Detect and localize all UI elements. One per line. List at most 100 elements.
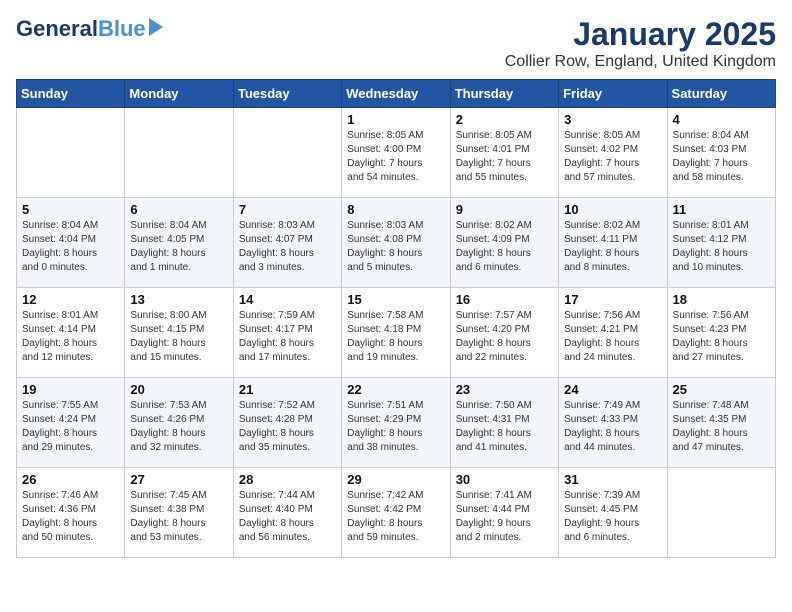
calendar-cell: 24Sunrise: 7:49 AM Sunset: 4:33 PM Dayli… [559, 378, 667, 468]
calendar-cell: 8Sunrise: 8:03 AM Sunset: 4:08 PM Daylig… [342, 198, 450, 288]
calendar-cell: 10 Sunrise: 8:02 AM Sunset: 4:11 PM Dayli… [559, 198, 667, 288]
calendar-subtitle: Collier Row, England, United Kingdom [505, 53, 776, 71]
day-info: Sunrise: 7:44 AM Sunset: 4:40 PM Dayligh… [239, 489, 336, 545]
logo: General Blue [16, 16, 171, 42]
day-number: 7 [239, 202, 336, 217]
day-header-monday: Monday [125, 80, 233, 108]
calendar-cell: 23 Sunrise: 7:50 AM Sunset: 4:31 PM Dayli… [450, 378, 558, 468]
day-number: 14 [239, 292, 336, 307]
calendar-cell: 28 Sunrise: 7:44 AM Sunset: 4:40 PM Dayli… [233, 468, 341, 558]
calendar-cell: 15 Sunrise: 7:58 AM Sunset: 4:18 PM Dayli… [342, 288, 450, 378]
day-number: 6 [130, 202, 227, 217]
day-info: Sunrise: 8:03 AM Sunset: 4:08 PM Dayligh… [347, 219, 444, 275]
calendar-week-row: 1Sunrise: 8:05 AM Sunset: 4:00 PM Daylig… [17, 108, 776, 198]
calendar-header-row: SundayMondayTuesdayWednesdayThursdayFrid… [17, 80, 776, 108]
calendar-cell: 21 Sunrise: 7:52 AM Sunset: 4:28 PM Dayli… [233, 378, 341, 468]
day-number: 27 [130, 472, 227, 487]
day-info: Sunrise: 8:01 AM Sunset: 4:12 PM Dayligh… [673, 219, 770, 275]
day-number: 2 [456, 112, 553, 127]
day-header-wednesday: Wednesday [342, 80, 450, 108]
day-number: 15 [347, 292, 444, 307]
day-info: Sunrise: 7:59 AM Sunset: 4:17 PM Dayligh… [239, 309, 336, 365]
day-info: Sunrise: 8:02 AM Sunset: 4:11 PM Dayligh… [564, 219, 661, 275]
day-info: Sunrise: 7:39 AM Sunset: 4:45 PM Dayligh… [564, 489, 661, 545]
day-info: Sunrise: 8:05 AM Sunset: 4:02 PM Dayligh… [564, 129, 661, 185]
day-header-saturday: Saturday [667, 80, 775, 108]
calendar-cell [667, 468, 775, 558]
day-info: Sunrise: 7:56 AM Sunset: 4:21 PM Dayligh… [564, 309, 661, 365]
day-number: 25 [673, 382, 770, 397]
day-number: 16 [456, 292, 553, 307]
day-info: Sunrise: 8:02 AM Sunset: 4:09 PM Dayligh… [456, 219, 553, 275]
calendar-cell: 12 Sunrise: 8:01 AM Sunset: 4:14 PM Dayli… [17, 288, 125, 378]
day-number: 22 [347, 382, 444, 397]
title-section: January 2025 Collier Row, England, Unite… [505, 16, 776, 71]
day-info: Sunrise: 7:51 AM Sunset: 4:29 PM Dayligh… [347, 399, 444, 455]
day-header-tuesday: Tuesday [233, 80, 341, 108]
calendar-cell: 17Sunrise: 7:56 AM Sunset: 4:21 PM Dayli… [559, 288, 667, 378]
day-number: 18 [673, 292, 770, 307]
day-number: 19 [22, 382, 119, 397]
day-info: Sunrise: 7:53 AM Sunset: 4:26 PM Dayligh… [130, 399, 227, 455]
day-number: 30 [456, 472, 553, 487]
logo-blue: Blue [98, 16, 146, 42]
day-number: 24 [564, 382, 661, 397]
calendar-cell: 6Sunrise: 8:04 AM Sunset: 4:05 PM Daylig… [125, 198, 233, 288]
calendar-cell: 11 Sunrise: 8:01 AM Sunset: 4:12 PM Dayli… [667, 198, 775, 288]
day-number: 4 [673, 112, 770, 127]
calendar-week-row: 5 Sunrise: 8:04 AM Sunset: 4:04 PM Daylig… [17, 198, 776, 288]
day-number: 12 [22, 292, 119, 307]
day-number: 21 [239, 382, 336, 397]
calendar-cell: 19 Sunrise: 7:55 AM Sunset: 4:24 PM Dayli… [17, 378, 125, 468]
day-number: 5 [22, 202, 119, 217]
day-info: Sunrise: 7:46 AM Sunset: 4:36 PM Dayligh… [22, 489, 119, 545]
day-number: 1 [347, 112, 444, 127]
calendar-cell [233, 108, 341, 198]
day-info: Sunrise: 8:01 AM Sunset: 4:14 PM Dayligh… [22, 309, 119, 365]
page-header: General Blue January 2025 Collier Row, E… [16, 16, 776, 71]
calendar-cell: 13 Sunrise: 8:00 AM Sunset: 4:15 PM Dayli… [125, 288, 233, 378]
day-number: 23 [456, 382, 553, 397]
calendar-cell: 1Sunrise: 8:05 AM Sunset: 4:00 PM Daylig… [342, 108, 450, 198]
logo-arrow-icon [149, 18, 171, 36]
calendar-cell [17, 108, 125, 198]
calendar-week-row: 19 Sunrise: 7:55 AM Sunset: 4:24 PM Dayli… [17, 378, 776, 468]
day-info: Sunrise: 7:52 AM Sunset: 4:28 PM Dayligh… [239, 399, 336, 455]
day-info: Sunrise: 7:57 AM Sunset: 4:20 PM Dayligh… [456, 309, 553, 365]
day-info: Sunrise: 7:55 AM Sunset: 4:24 PM Dayligh… [22, 399, 119, 455]
day-number: 9 [456, 202, 553, 217]
calendar-cell: 18 Sunrise: 7:56 AM Sunset: 4:23 PM Dayli… [667, 288, 775, 378]
day-info: Sunrise: 8:04 AM Sunset: 4:04 PM Dayligh… [22, 219, 119, 275]
day-info: Sunrise: 7:45 AM Sunset: 4:38 PM Dayligh… [130, 489, 227, 545]
day-number: 3 [564, 112, 661, 127]
day-info: Sunrise: 7:50 AM Sunset: 4:31 PM Dayligh… [456, 399, 553, 455]
calendar-week-row: 12 Sunrise: 8:01 AM Sunset: 4:14 PM Dayli… [17, 288, 776, 378]
calendar-cell: 4 Sunrise: 8:04 AM Sunset: 4:03 PM Daylig… [667, 108, 775, 198]
day-number: 28 [239, 472, 336, 487]
calendar-cell: 30 Sunrise: 7:41 AM Sunset: 4:44 PM Dayli… [450, 468, 558, 558]
calendar-cell: 22 Sunrise: 7:51 AM Sunset: 4:29 PM Dayli… [342, 378, 450, 468]
calendar-cell: 3 Sunrise: 8:05 AM Sunset: 4:02 PM Daylig… [559, 108, 667, 198]
calendar-cell: 16 Sunrise: 7:57 AM Sunset: 4:20 PM Dayli… [450, 288, 558, 378]
calendar-week-row: 26 Sunrise: 7:46 AM Sunset: 4:36 PM Dayli… [17, 468, 776, 558]
day-number: 26 [22, 472, 119, 487]
day-number: 10 [564, 202, 661, 217]
calendar-title: January 2025 [505, 16, 776, 53]
calendar-cell: 25 Sunrise: 7:48 AM Sunset: 4:35 PM Dayli… [667, 378, 775, 468]
day-info: Sunrise: 8:00 AM Sunset: 4:15 PM Dayligh… [130, 309, 227, 365]
day-number: 11 [673, 202, 770, 217]
calendar-cell [125, 108, 233, 198]
day-info: Sunrise: 7:56 AM Sunset: 4:23 PM Dayligh… [673, 309, 770, 365]
calendar-cell: 29Sunrise: 7:42 AM Sunset: 4:42 PM Dayli… [342, 468, 450, 558]
calendar-cell: 26 Sunrise: 7:46 AM Sunset: 4:36 PM Dayli… [17, 468, 125, 558]
day-info: Sunrise: 7:41 AM Sunset: 4:44 PM Dayligh… [456, 489, 553, 545]
day-info: Sunrise: 7:58 AM Sunset: 4:18 PM Dayligh… [347, 309, 444, 365]
day-number: 31 [564, 472, 661, 487]
calendar-table: SundayMondayTuesdayWednesdayThursdayFrid… [16, 79, 776, 558]
day-info: Sunrise: 7:42 AM Sunset: 4:42 PM Dayligh… [347, 489, 444, 545]
day-info: Sunrise: 8:04 AM Sunset: 4:03 PM Dayligh… [673, 129, 770, 185]
day-number: 13 [130, 292, 227, 307]
day-header-sunday: Sunday [17, 80, 125, 108]
day-info: Sunrise: 7:48 AM Sunset: 4:35 PM Dayligh… [673, 399, 770, 455]
logo-general: General [16, 16, 98, 42]
